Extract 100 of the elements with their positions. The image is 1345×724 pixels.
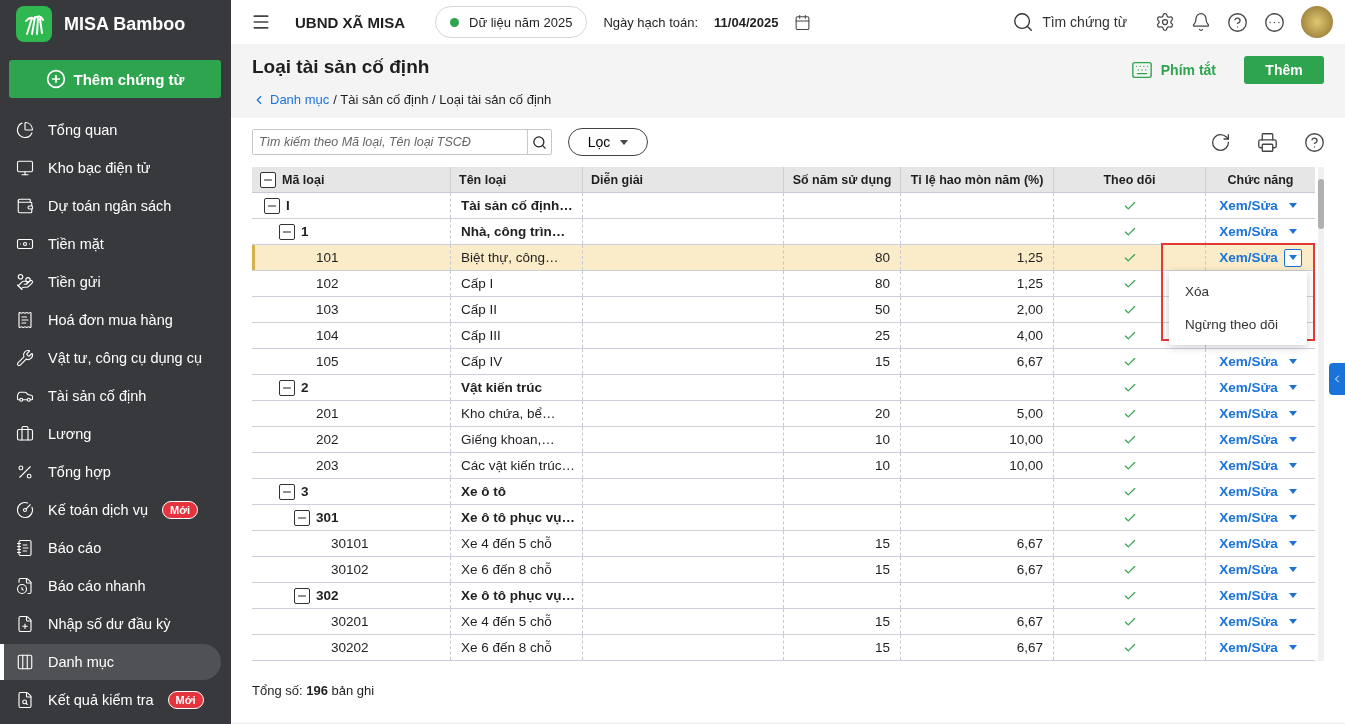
table-cell: 50 [874,302,890,317]
table-cell: 10 [874,458,890,473]
column-header: Diễn giải [591,172,644,187]
table-cell: 5,00 [1016,406,1043,421]
columns-icon [16,653,34,671]
table-row[interactable]: 30201 Xe 4 đến 5 chỗ 15 6,67 Xem/Sửa [252,609,1315,635]
collapse-icon[interactable] [279,223,295,240]
table-cell: Xe 4 đến 5 chỗ [461,536,552,551]
help-icon[interactable] [1304,131,1325,153]
sidebar-item[interactable]: Danh mục [0,644,221,680]
view-edit-link[interactable]: Xem/Sửa [1219,588,1278,603]
table-row[interactable]: 30102 Xe 6 đến 8 chỗ 15 6,67 Xem/Sửa [252,557,1315,583]
view-edit-link[interactable]: Xem/Sửa [1219,406,1278,421]
table-row[interactable]: 301 Xe ô tô phục vụ… Xem/Sửa [252,505,1315,531]
view-edit-link[interactable]: Xem/Sửa [1219,640,1278,655]
file-clock-icon [16,577,34,595]
view-edit-link[interactable]: Xem/Sửa [1219,536,1278,551]
collapse-icon[interactable] [294,509,310,526]
table-row[interactable]: 30101 Xe 4 đến 5 chỗ 15 6,67 Xem/Sửa [252,531,1315,557]
sidebar-item[interactable]: Tiền gửi [0,264,221,300]
view-edit-link[interactable]: Xem/Sửa [1219,458,1278,473]
collapse-icon[interactable] [279,483,295,500]
sidebar-item[interactable]: Dự toán ngân sách [0,188,221,224]
refresh-icon[interactable] [1210,131,1231,153]
table-cell: 30102 [331,562,369,577]
table-cell: Xe ô tô phục vụ… [461,588,575,603]
sidebar-item[interactable]: Hoá đơn mua hàng [0,302,221,338]
search-field[interactable]: Tìm kiếm theo Mã loại, Tên loại TSCĐ [252,129,552,155]
table-cell: 30101 [331,536,369,551]
sidebar-item[interactable]: Báo cáo nhanh [0,568,221,604]
table-cell: 30202 [331,640,369,655]
settings-icon[interactable] [1155,12,1175,32]
sidebar-item[interactable]: Kế toán dịch vụ Mới [0,492,221,528]
breadcrumb-link[interactable]: Danh mục [270,92,330,107]
sidebar-item[interactable]: Vật tư, công cụ dụng cụ [0,340,221,376]
table-row[interactable]: 302 Xe ô tô phục vụ… Xem/Sửa [252,583,1315,609]
column-header: Theo dõi [1103,172,1156,187]
view-edit-link[interactable]: Xem/Sửa [1219,484,1278,499]
view-edit-link[interactable]: Xem/Sửa [1219,198,1278,213]
menu-icon[interactable] [251,12,271,32]
table-row[interactable]: 2 Vật kiến trúc Xem/Sửa [252,375,1315,401]
sidebar-item[interactable]: Tài sản cố định [0,378,221,414]
table-row[interactable]: 203 Các vật kiến trúc… 10 10,00 Xem/Sửa [252,453,1315,479]
column-header: Mã loại [282,172,325,187]
table-row[interactable]: 105 Cấp IV 15 6,67 Xem/Sửa [252,349,1315,375]
dropdown-button[interactable] [1283,248,1302,267]
help-icon[interactable] [1227,11,1248,33]
sidebar-item[interactable]: Lương [0,416,221,452]
sidebar-item[interactable]: Nhập số dư đầu kỳ [0,606,221,642]
scrollbar[interactable] [1318,167,1324,661]
print-icon[interactable] [1257,131,1278,153]
collapse-icon[interactable] [260,171,276,188]
wallet-icon [16,197,34,215]
column-header: Tên loại [459,172,507,187]
collapse-icon[interactable] [294,587,310,604]
table-cell: I [286,198,290,213]
table-row[interactable]: 202 Giếng khoan,… 10 10,00 Xem/Sửa [252,427,1315,453]
collapse-icon[interactable] [279,379,295,396]
column-header: Chức năng [1227,172,1294,187]
table-cell: 4,00 [1016,328,1043,343]
table-cell: 15 [874,614,890,629]
sidebar-item[interactable]: Tổng quan [0,112,221,148]
view-edit-link[interactable]: Xem/Sửa [1219,432,1278,447]
avatar[interactable] [1301,6,1333,38]
table-cell: Giếng khoan,… [461,432,555,447]
table-cell: Kho chứa, bể… [461,406,556,421]
view-edit-link[interactable]: Xem/Sửa [1219,380,1278,395]
table-cell: 6,67 [1016,536,1043,551]
table-row[interactable]: 30202 Xe 6 đến 8 chỗ 15 6,67 Xem/Sửa [252,635,1315,661]
table-cell: Xe ô tô phục vụ… [461,510,575,525]
table-cell: 15 [874,354,890,369]
view-edit-link[interactable]: Xem/Sửa [1219,614,1278,629]
table-row[interactable]: I Tài sản cố định… Xem/Sửa [252,193,1315,219]
sidebar-item[interactable]: Tổng hợp [0,454,221,490]
collapse-icon[interactable] [264,197,280,214]
filter-button[interactable]: Lọc [568,128,648,156]
table-cell: 30201 [331,614,369,629]
table-cell: Tài sản cố định… [461,198,573,213]
table-row[interactable]: 3 Xe ô tô Xem/Sửa [252,479,1315,505]
sidebar-item[interactable]: Tiền mặt [0,226,221,262]
more-icon[interactable] [1264,11,1285,33]
document-search[interactable]: Tìm chứng từ [1012,11,1127,33]
sidebar-item[interactable]: Báo cáo [0,530,221,566]
view-edit-link[interactable]: Xem/Sửa [1219,510,1278,525]
table-row[interactable]: 101 Biệt thự, công… 80 1,25 Xem/Sửa [252,245,1315,271]
view-edit-link[interactable]: Xem/Sửa [1219,354,1278,369]
app-name: MISA Bamboo [64,13,186,35]
calendar-icon[interactable] [794,13,812,31]
sidebar-item[interactable]: Kho bạc điện tử [0,150,221,186]
view-edit-link[interactable]: Xem/Sửa [1219,250,1278,265]
view-edit-link[interactable]: Xem/Sửa [1219,224,1278,239]
table-row[interactable]: 201 Kho chứa, bể… 20 5,00 Xem/Sửa [252,401,1315,427]
bell-icon[interactable] [1191,12,1211,32]
table-cell: Cấp I [461,276,494,291]
table-cell: Các vật kiến trúc… [461,458,576,473]
notebook-icon [16,539,34,557]
table-cell: 6,67 [1016,640,1043,655]
sidebar-item[interactable]: Kết quả kiểm tra Mới [0,682,221,718]
view-edit-link[interactable]: Xem/Sửa [1219,562,1278,577]
posting-date[interactable]: 11/04/2025 [714,14,779,30]
